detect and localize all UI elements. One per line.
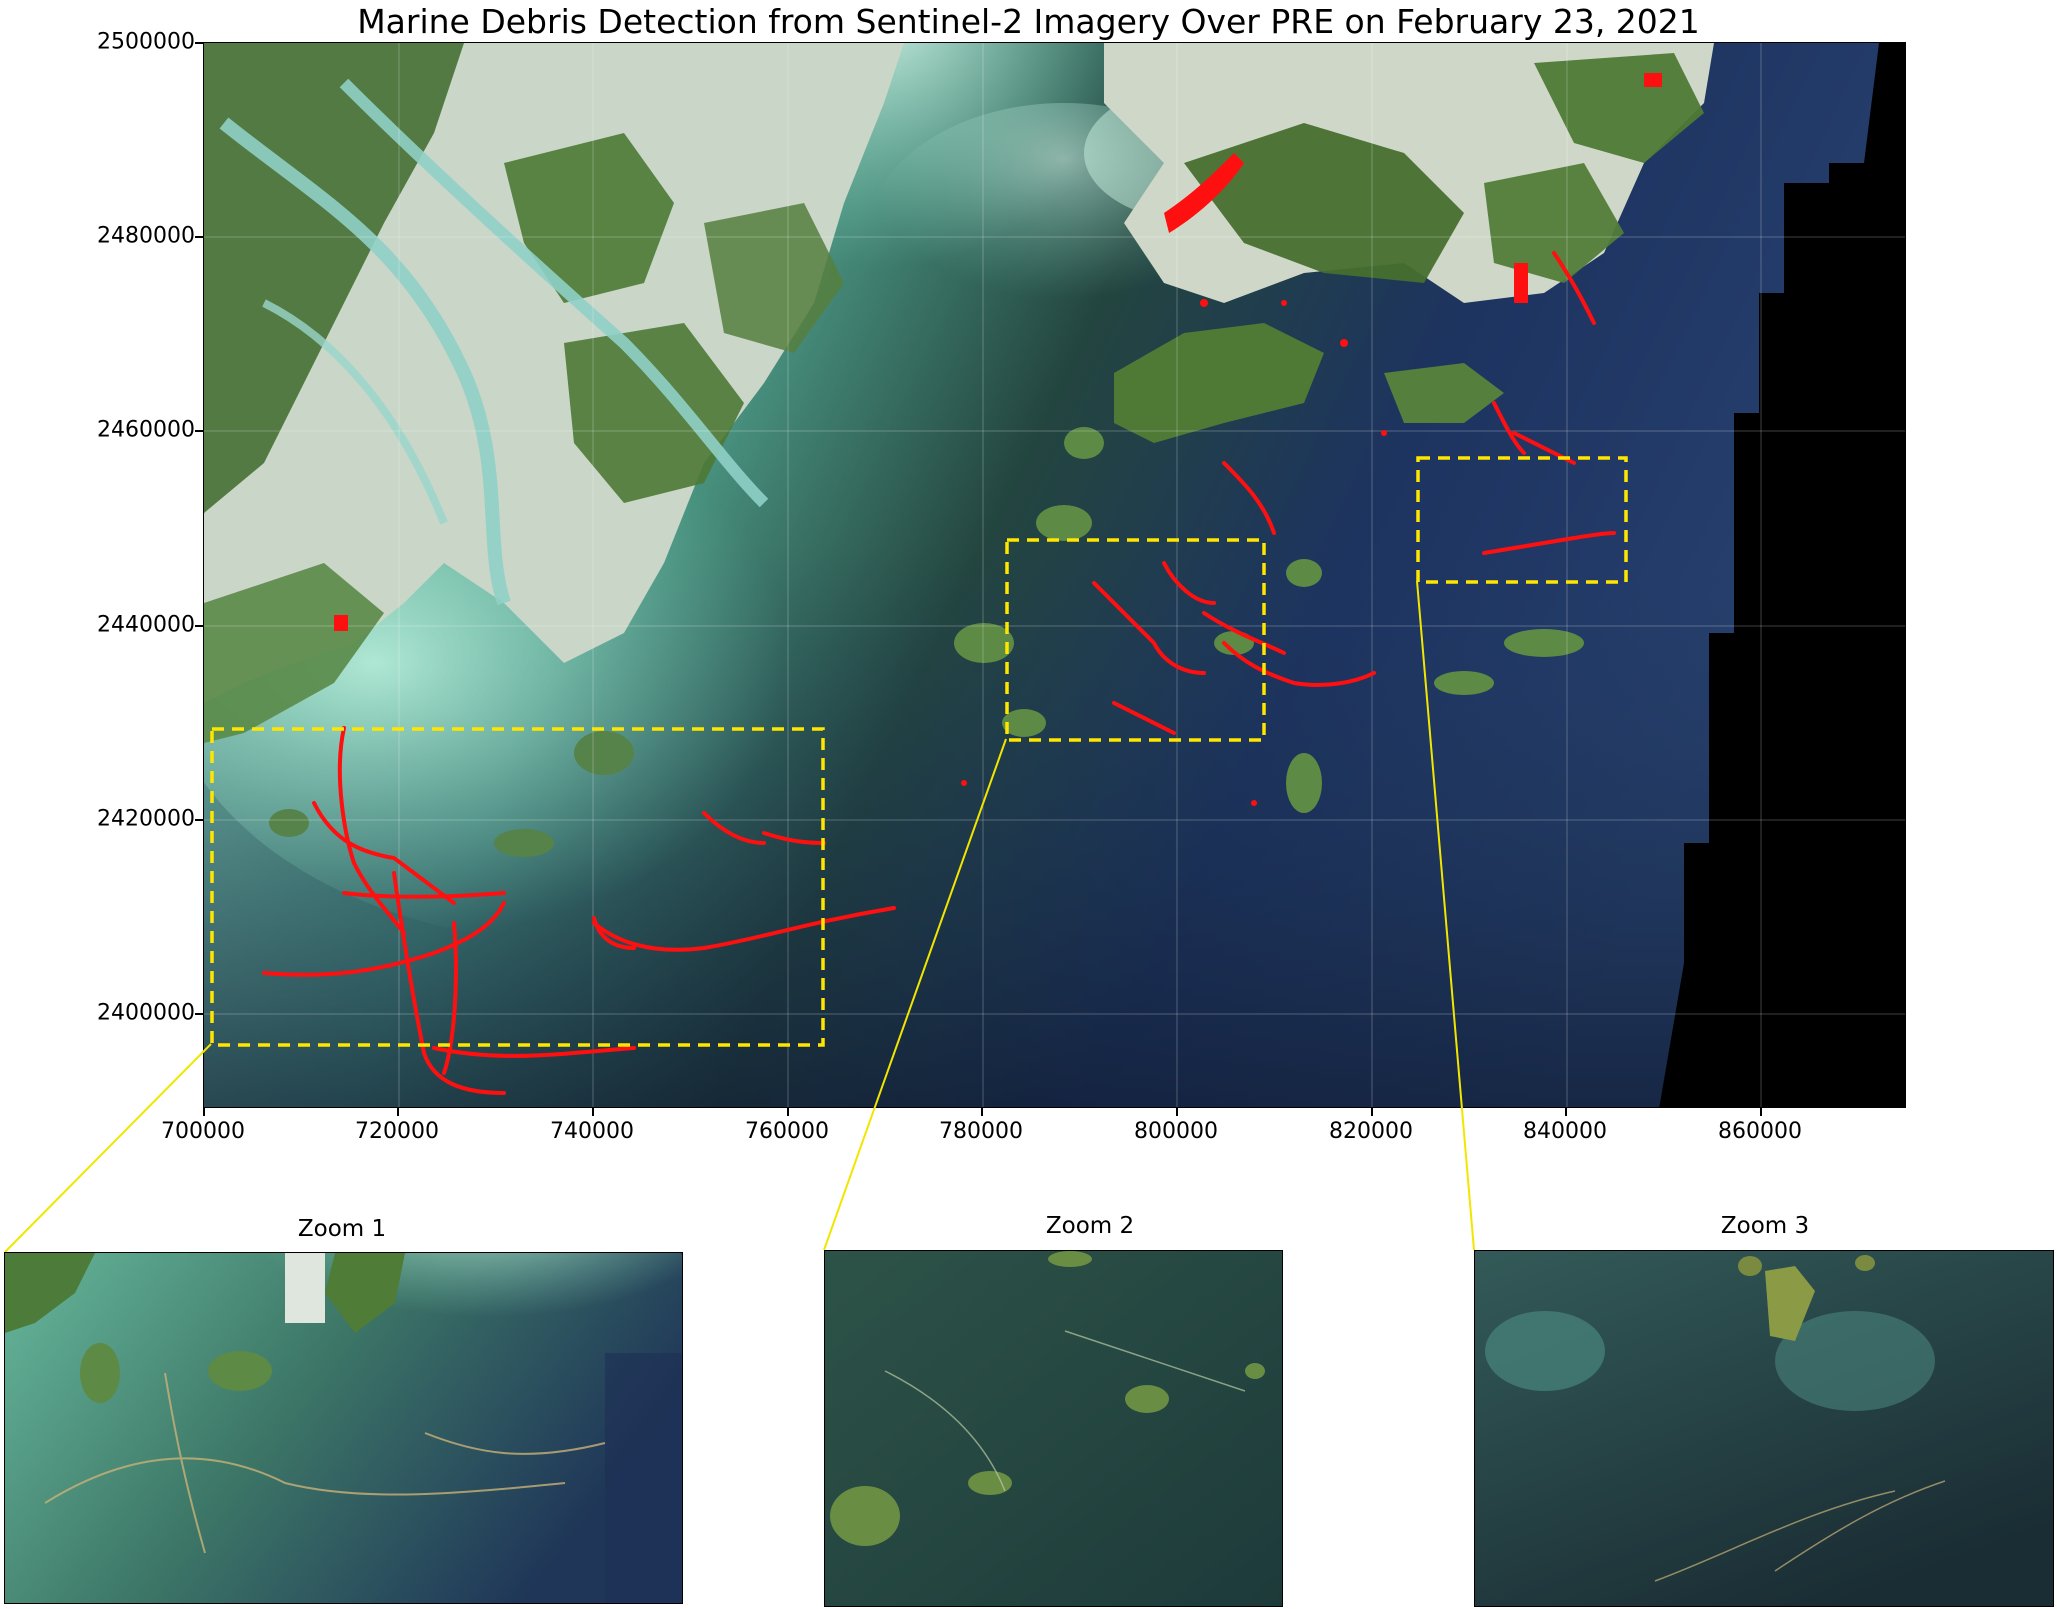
x-tick-label: 800000 xyxy=(1134,1119,1218,1144)
satellite-image xyxy=(204,43,1905,1107)
zoom-inset-2 xyxy=(824,1250,1283,1607)
y-tick-label: 2480000 xyxy=(97,223,195,249)
x-tick-label: 740000 xyxy=(550,1119,634,1144)
x-tick-label: 700000 xyxy=(161,1119,245,1144)
main-satellite-map xyxy=(203,42,1906,1108)
zoom-2-image xyxy=(825,1251,1282,1606)
x-tick-label: 840000 xyxy=(1523,1119,1607,1144)
y-tick-label: 2440000 xyxy=(97,612,195,638)
y-tick-label: 2420000 xyxy=(97,806,195,832)
y-tick-label: 2500000 xyxy=(97,29,195,55)
figure-title: Marine Debris Detection from Sentinel-2 … xyxy=(357,2,1700,41)
x-tick-label: 720000 xyxy=(355,1119,439,1144)
x-tick-label: 820000 xyxy=(1329,1119,1413,1144)
zoom-inset-1 xyxy=(4,1252,683,1604)
zoom-inset-3 xyxy=(1474,1250,2054,1607)
y-tick-label: 2400000 xyxy=(97,1000,195,1026)
x-tick-label: 860000 xyxy=(1718,1119,1802,1144)
x-tick-label: 780000 xyxy=(939,1119,1023,1144)
inset-title-zoom-3: Zoom 3 xyxy=(1720,1213,1810,1239)
x-tick-label: 760000 xyxy=(745,1119,829,1144)
zoom-3-image xyxy=(1475,1251,2053,1606)
y-tick-label: 2460000 xyxy=(97,417,195,443)
inset-title-zoom-2: Zoom 2 xyxy=(1045,1213,1135,1239)
zoom-1-image xyxy=(5,1253,682,1603)
inset-title-zoom-1: Zoom 1 xyxy=(297,1216,387,1242)
connector-line-1 xyxy=(4,1043,212,1253)
